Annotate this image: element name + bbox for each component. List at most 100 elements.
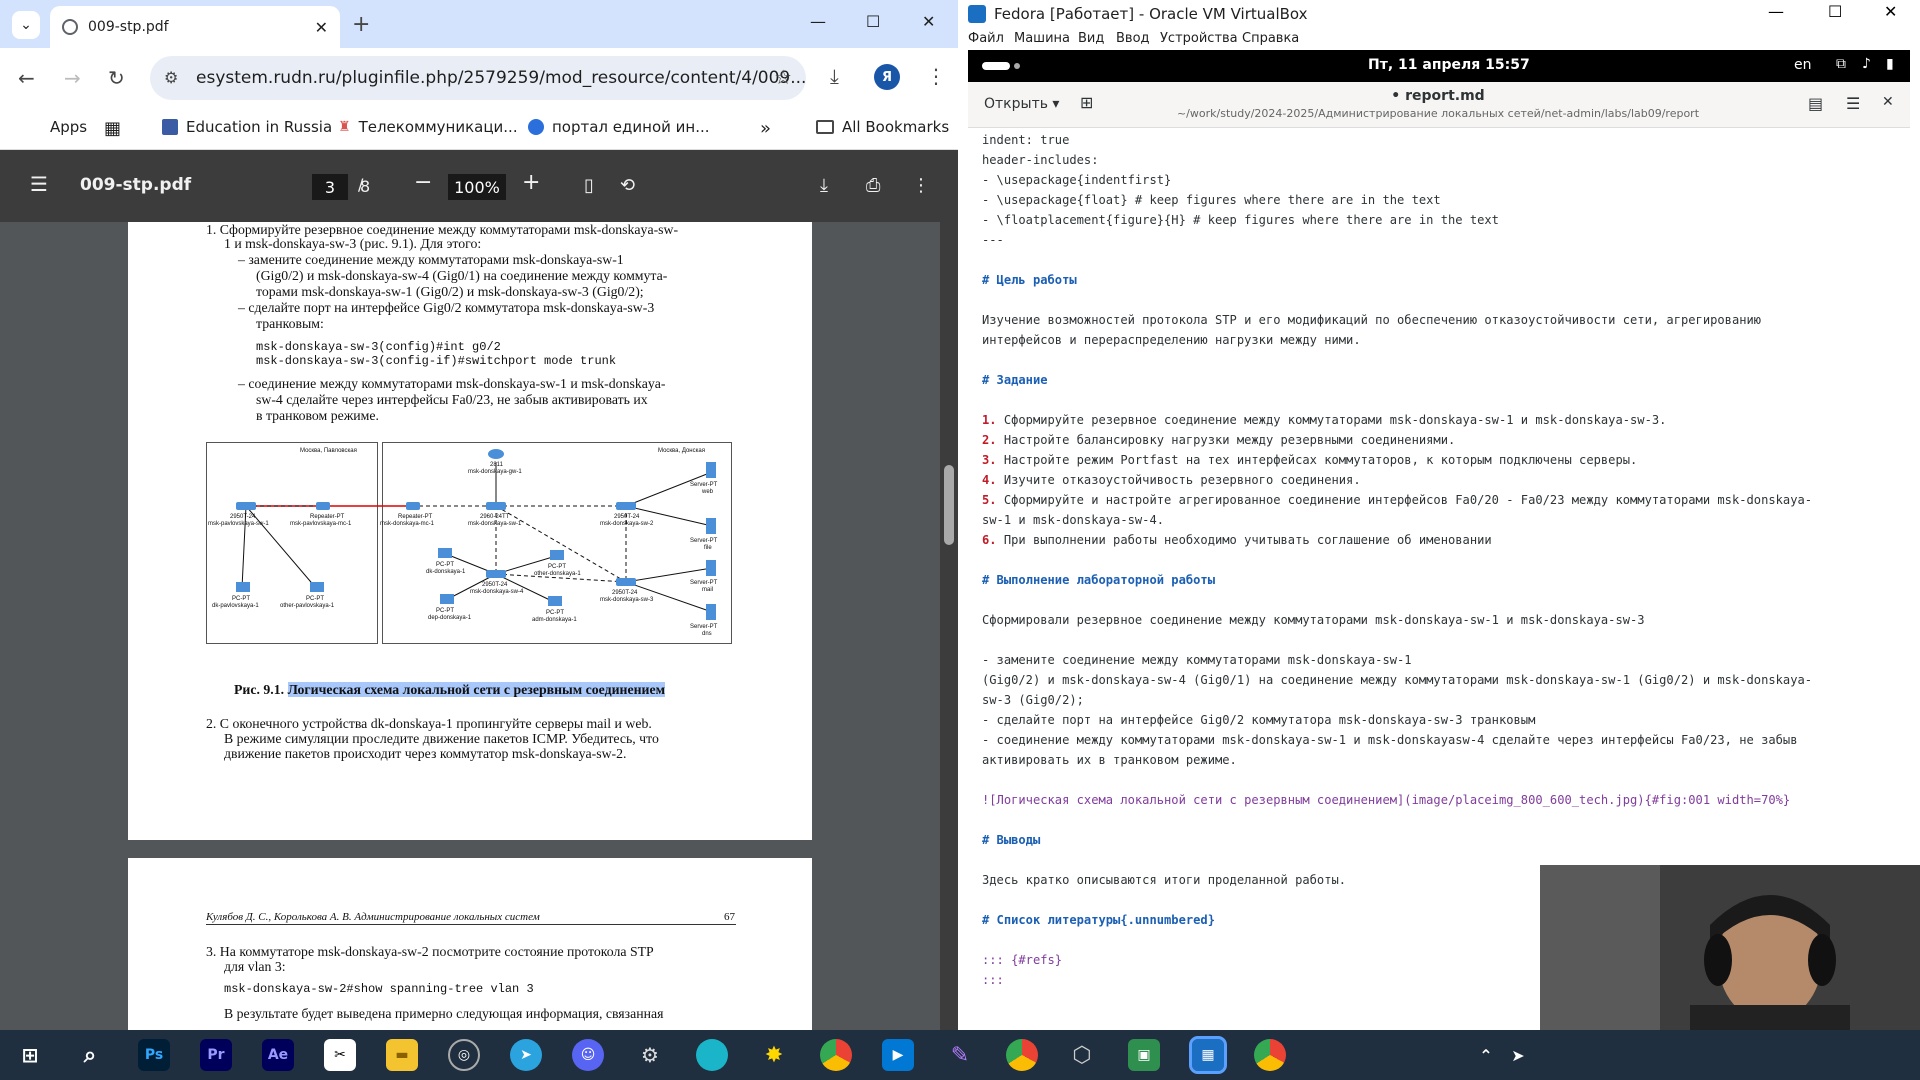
obs-icon[interactable]: ◎ (448, 1039, 480, 1071)
close-window-icon[interactable]: ✕ (922, 12, 935, 31)
globe-icon (62, 19, 78, 35)
diagram-label: web (701, 489, 714, 495)
bookmark-portal[interactable]: портал единой ин... (528, 118, 710, 136)
terminal-app-icon[interactable]: ▣ (1128, 1039, 1160, 1071)
file-explorer-icon[interactable]: ▬ (386, 1039, 418, 1071)
minimize-icon[interactable]: — (810, 12, 826, 31)
close-tab-icon[interactable]: ✕ (315, 18, 328, 37)
chevron-down-icon: ⌄ (20, 17, 32, 33)
editor-line: - \usepackage{indentfirst} (982, 173, 1172, 187)
vbox-minimize-icon[interactable]: — (1768, 2, 1784, 21)
diagram-label: 2960-24TT (480, 514, 510, 520)
photoshop-icon[interactable]: Ps (138, 1039, 170, 1071)
menu-view[interactable]: Вид (1078, 31, 1104, 46)
bookmark-telecom[interactable]: ♜ Телекоммуникаци... (338, 118, 518, 136)
tab-search-button[interactable]: ⌄ (12, 11, 40, 39)
address-bar[interactable]: ⚙ esystem.rudn.ru/pluginfile.php/2579259… (150, 56, 806, 100)
bookmark-apps[interactable]: Apps (26, 118, 87, 136)
figure-caption[interactable]: Рис. 9.1. Логическая схема локальной сет… (234, 682, 666, 698)
editor-heading: # Выполнение лабораторной работы (982, 573, 1215, 587)
diagram-label: dk-pavlovskaya-1 (212, 603, 259, 609)
volume-icon[interactable]: ♪ (1862, 56, 1871, 72)
diagram-label: msk-donskaya-sw-4 (470, 589, 524, 595)
all-bookmarks[interactable]: All Bookmarks (816, 118, 949, 136)
pdf-download-icon[interactable]: ⤓ (820, 175, 828, 196)
premiere-icon[interactable]: Pr (200, 1039, 232, 1071)
reload-icon[interactable]: ↻ (108, 66, 125, 90)
menu-file[interactable]: Файл (968, 31, 1004, 46)
pdf-more-icon[interactable]: ⋮ (912, 175, 930, 196)
more-bookmarks-icon[interactable]: » (760, 118, 771, 139)
diagram-label: 2950T-24 (612, 590, 638, 596)
page-number-input[interactable]: 3 (312, 174, 348, 200)
tab-title: 009-stp.pdf (88, 19, 169, 35)
pdf-scrollbar[interactable] (940, 222, 958, 1030)
menu-devices[interactable]: Устройства (1160, 31, 1238, 46)
zoom-input[interactable]: 100% (448, 174, 506, 200)
tray-telegram-icon[interactable]: ➤ (1502, 1039, 1534, 1071)
menu-machine[interactable]: Машина (1014, 31, 1070, 46)
open-button[interactable]: Открыть ▾ (984, 96, 1059, 112)
rotate-icon[interactable]: ⟲ (620, 175, 635, 196)
globe-app-icon[interactable] (696, 1039, 728, 1071)
battery-icon[interactable]: ▮ (1886, 56, 1894, 72)
document-icon[interactable]: ▤ (1808, 94, 1823, 113)
telegram-icon[interactable]: ➤ (510, 1039, 542, 1071)
fit-page-icon[interactable]: ▯ (584, 175, 594, 196)
tray-chevron-icon[interactable]: ⌃ (1470, 1039, 1502, 1071)
diagram-label: msk-donskaya-mc-1 (380, 521, 435, 527)
vbox-maximize-icon[interactable]: ☐ (1828, 2, 1842, 21)
menu-help[interactable]: Справка (1242, 31, 1299, 46)
chrome-icon-3[interactable] (1254, 1039, 1286, 1071)
capcut-icon[interactable]: ✂ (324, 1039, 356, 1071)
bookmark-favicon-icon: ♜ (338, 119, 351, 135)
close-document-icon[interactable]: ✕ (1882, 94, 1894, 110)
maximize-icon[interactable]: ☐ (866, 12, 880, 31)
menu-input[interactable]: Ввод (1116, 31, 1150, 46)
diagram-label: dns (702, 631, 712, 637)
vbox-menubar: Файл Машина Вид Ввод Устройства Справка (958, 28, 1920, 50)
print-icon[interactable]: ⎙ (866, 175, 880, 196)
bookmark-education[interactable]: Education in Russia (162, 118, 332, 136)
site-info-icon[interactable]: ⚙ (164, 68, 178, 87)
forward-icon[interactable]: → (64, 66, 81, 90)
download-icon[interactable]: ⤓ (830, 64, 839, 88)
vbox-title: Fedora [Работает] - Oracle VM VirtualBox (994, 5, 1308, 23)
discord-icon[interactable]: ☺ (572, 1039, 604, 1071)
more-icon[interactable]: ⋮ (926, 64, 946, 88)
clock[interactable]: Пт, 11 апреля 15:57 (1368, 57, 1530, 73)
editor-line: Изучение возможностей протокола STP и ег… (982, 313, 1762, 327)
workspace-dot[interactable] (1014, 63, 1020, 69)
chrome-icon-2[interactable] (1006, 1039, 1038, 1071)
spark-app-icon[interactable]: ✸ (758, 1039, 790, 1071)
activities-indicator[interactable] (982, 62, 1010, 70)
vbox-close-icon[interactable]: ✕ (1884, 2, 1897, 21)
cube-app-icon[interactable]: ⬡ (1066, 1039, 1098, 1071)
windows-start-icon[interactable]: ⊞ (14, 1039, 46, 1071)
zoom-in-icon[interactable]: + (522, 170, 540, 195)
tab-pdf[interactable]: 009-stp.pdf ✕ (50, 6, 340, 48)
editor-line: indent: true (982, 133, 1070, 147)
pdf-line: 3. На коммутаторе msk-donskaya-sw-2 посм… (206, 944, 654, 959)
avatar[interactable]: Я (874, 64, 900, 90)
search-icon[interactable]: ⌕ (74, 1039, 106, 1071)
virtualbox-taskbar-icon[interactable]: ▦ (1189, 1036, 1227, 1074)
editor-image-link: ![Логическая схема локальной сети с резе… (982, 793, 1791, 807)
zoom-out-icon[interactable]: − (414, 170, 432, 195)
network-icon[interactable]: ⧉ (1836, 56, 1846, 72)
chrome-icon[interactable] (820, 1039, 852, 1071)
bookmark-star-icon[interactable]: ☆ (774, 65, 792, 89)
virtualbox-icon (968, 5, 986, 23)
app-icon[interactable]: ▶ (882, 1039, 914, 1071)
new-tab-button[interactable]: + (352, 12, 370, 37)
keyboard-layout[interactable]: en (1794, 57, 1812, 73)
pdf-scroll-thumb[interactable] (944, 465, 954, 545)
pen-app-icon[interactable]: ✎ (944, 1039, 976, 1071)
bookmark-grid[interactable]: ▦ (104, 118, 121, 139)
hamburger-menu-icon[interactable]: ☰ (1846, 94, 1860, 113)
steam-icon[interactable]: ⚙ (634, 1039, 666, 1071)
after-effects-icon[interactable]: Ae (262, 1039, 294, 1071)
pdf-line: в транковом режиме. (256, 408, 379, 423)
menu-icon[interactable]: ☰ (30, 172, 48, 196)
back-icon[interactable]: ← (18, 66, 35, 90)
